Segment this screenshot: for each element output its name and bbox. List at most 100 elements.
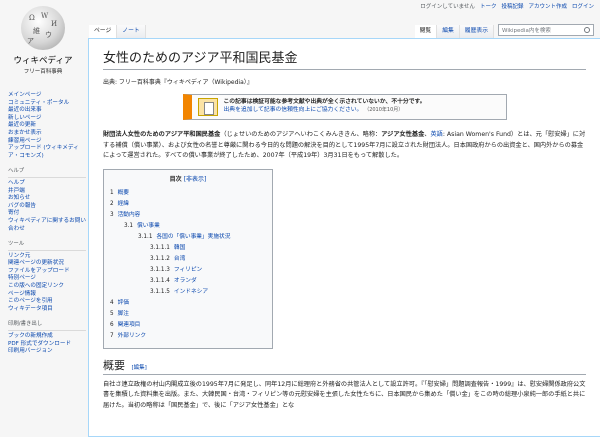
section-heading-overview: 概要 [編集] <box>103 357 586 375</box>
tab-edit[interactable]: 編集 <box>437 25 460 38</box>
toc-item-number: 3.1.1.5 <box>150 288 170 295</box>
toc-list: 1 概要 2 経緯 3 活動内容 3.1 償い事業 3.1.1 各国の「償い事業」実施状況 3.1.… <box>110 188 266 342</box>
talk-link[interactable]: トーク <box>480 2 497 10</box>
tab-read[interactable]: 閲覧 <box>414 25 438 38</box>
sidebar-item-help-3[interactable]: バグの報告 <box>8 203 86 211</box>
toc-title: 目次 [非表示] <box>110 174 266 185</box>
toc-item[interactable]: 4 評価 <box>110 298 266 309</box>
login-link[interactable]: ログイン <box>572 2 594 10</box>
toc-item[interactable]: 3.1.1.5 インドネシア <box>110 287 266 298</box>
sidebar-item-tools-4[interactable]: この版への固定リンク <box>8 283 86 291</box>
sidebar-item-tools-6[interactable]: このページを引用 <box>8 298 86 306</box>
english-link[interactable]: 英語 <box>430 131 442 138</box>
toc-item-label[interactable]: オランダ <box>174 276 197 287</box>
sidebar-item-print-2[interactable]: 印刷用バージョン <box>8 348 86 356</box>
toc-item[interactable]: 3.1.1.1 韓国 <box>110 243 266 254</box>
toc-item-number: 3.1 <box>124 222 134 229</box>
toc-item-number: 1 <box>110 189 114 196</box>
section-body: 自社さ連立政権の村山内閣成立後の1995年7月に発足し、同年12月に総理府と外務… <box>103 380 586 409</box>
sidebar-item-help-5[interactable]: ウィキペディアに関するお問い合わせ <box>8 218 86 233</box>
sidebar-item-main-2[interactable]: 最近の出来事 <box>8 107 86 115</box>
edit-section-link[interactable]: [編集] <box>132 365 147 371</box>
page-title: 女性のためのアジア平和国民基金 <box>103 47 586 70</box>
toc-item-number: 3.1.1.1 <box>150 244 170 251</box>
view-tabs: 閲覧 編集 履歴表示 <box>414 25 494 38</box>
sidebar-item-print-0[interactable]: ブックの新規作成 <box>8 333 86 341</box>
toc-item-label[interactable]: 評価 <box>118 298 129 309</box>
sidebar-item-main-5[interactable]: おまかせ表示 <box>8 130 86 138</box>
lead-bold-abbr: アジア女性基金 <box>381 131 425 138</box>
sidebar-tools-section: ツール リンク元 関連ページの更新状況 ファイルをアップロード 特別ページ この版への固… <box>8 241 86 313</box>
tab-talk[interactable]: ノート <box>117 25 146 38</box>
toc-item-number: 2 <box>110 200 114 207</box>
anon-status: ログインしていません <box>420 4 475 10</box>
toc-item[interactable]: 5 脚注 <box>110 309 266 320</box>
toc-item-label[interactable]: 韓国 <box>174 243 185 254</box>
toc-item[interactable]: 3.1.1.2 台湾 <box>110 254 266 265</box>
sidebar-item-main-0[interactable]: メインページ <box>8 92 86 100</box>
lead-bold-name: 財団法人女性のためのアジア平和国民基金 <box>103 131 221 138</box>
logo-tagline: フリー百科事典 <box>23 69 63 75</box>
toc-item[interactable]: 3.1.1.3 フィリピン <box>110 265 266 276</box>
toc-item[interactable]: 6 関連項目 <box>110 320 266 331</box>
contribs-link[interactable]: 投稿記録 <box>501 2 523 10</box>
toc-item-label[interactable]: 経緯 <box>118 199 129 210</box>
sidebar-item-help-0[interactable]: ヘルプ <box>8 180 86 188</box>
toc-item[interactable]: 7 外部リンク <box>110 331 266 342</box>
sidebar-tools-heading: ツール <box>8 241 86 251</box>
toc-item-label[interactable]: 外部リンク <box>118 331 146 342</box>
toc-item[interactable]: 3.1.1.4 オランダ <box>110 276 266 287</box>
sidebar-help-section: ヘルプ ヘルプ 井戸端 お知らせ バグの報告 寄付 ウィキペディアに関するお問い合わせ <box>8 168 86 233</box>
sidebar-item-tools-1[interactable]: 関連ページの更新状況 <box>8 260 86 268</box>
create-account-link[interactable]: アカウント作成 <box>528 2 567 10</box>
toc-item[interactable]: 1 概要 <box>110 188 266 199</box>
toc-item-number: 3.1.1.2 <box>150 255 170 262</box>
toc-item[interactable]: 3.1.1 各国の「償い事業」実施状況 <box>110 232 266 243</box>
sidebar-item-main-7[interactable]: アップロード (ウィキメディア・コモンズ) <box>8 145 86 160</box>
section-title: 概要 <box>103 358 125 372</box>
toc-item-number: 4 <box>110 299 114 306</box>
toc-item-number: 5 <box>110 310 114 317</box>
article-content: 女性のためのアジア平和国民基金 出典: フリー百科事典『ウィキペディア（Wiki… <box>88 38 600 437</box>
sidebar: メインページ コミュニティ・ポータル 最近の出来事 新しいページ 最近の更新 おまかせ表示… <box>8 92 86 364</box>
logo-wordmark: ウィキペディア <box>13 56 73 66</box>
toc-item[interactable]: 3.1 償い事業 <box>110 221 266 232</box>
toc-item-number: 6 <box>110 321 114 328</box>
toc-item-number: 3.1.1.4 <box>150 277 170 284</box>
toc-item-label[interactable]: 概要 <box>118 188 129 199</box>
search-input[interactable]: Wikipedia内を検索 <box>498 24 594 36</box>
sidebar-print-section: 印刷/書き出し ブックの新規作成 PDF 形式でダウンロード 印刷用バージョン <box>8 321 86 355</box>
search-icon[interactable] <box>584 27 590 33</box>
toc-item-label[interactable]: 各国の「償い事業」実施状況 <box>156 232 230 243</box>
toc-item[interactable]: 2 経緯 <box>110 199 266 210</box>
toc-toggle[interactable]: [非表示] <box>184 176 207 183</box>
sidebar-help-heading: ヘルプ <box>8 168 86 178</box>
book-warning-icon <box>197 98 218 116</box>
toc-title-text: 目次 <box>169 175 182 183</box>
sidebar-item-tools-7[interactable]: ウィキデータ項目 <box>8 306 86 314</box>
sidebar-item-tools-3[interactable]: 特別ページ <box>8 275 86 283</box>
tab-history[interactable]: 履歴表示 <box>459 25 494 38</box>
namespace-tabs: ページ ノート <box>89 25 146 38</box>
toc-item-label[interactable]: 台湾 <box>174 254 185 265</box>
toc-item-number: 3 <box>110 211 114 218</box>
table-of-contents: 目次 [非表示] 1 概要 2 経緯 3 活動内容 3.1 償い事業 3.1.1 各国の「償い事業… <box>103 168 273 349</box>
notice-line2[interactable]: 出典を追加して記事の信頼性向上にご協力ください。 <box>224 107 363 113</box>
sidebar-item-help-2[interactable]: お知らせ <box>8 195 86 203</box>
toc-item-label[interactable]: 脚注 <box>118 309 129 320</box>
toc-item-label[interactable]: インドネシア <box>174 287 208 298</box>
tab-page[interactable]: ページ <box>89 25 118 38</box>
globe-icon: Ω W И 維 ウ ア <box>21 6 65 50</box>
toc-item-label[interactable]: 関連項目 <box>118 320 141 331</box>
notice-date: （2010年10月） <box>364 107 404 113</box>
notice-line1: この記事は検証可能な参考文献や出典が全く示されていないか、不十分です。 <box>223 99 426 105</box>
sidebar-item-help-4[interactable]: 寄付 <box>8 210 86 218</box>
sidebar-item-main-4[interactable]: 最近の更新 <box>8 122 86 130</box>
toc-item-label[interactable]: フィリピン <box>174 265 202 276</box>
toc-item-label[interactable]: 償い事業 <box>137 221 160 232</box>
toc-item[interactable]: 3 活動内容 <box>110 210 266 221</box>
sidebar-item-help-1[interactable]: 井戸端 <box>8 188 86 196</box>
toc-item-label[interactable]: 活動内容 <box>118 210 141 221</box>
wikipedia-logo[interactable]: Ω W И 維 ウ ア ウィキペディア フリー百科事典 <box>8 6 78 86</box>
lead-text-1: （じょせいのためのアジアへいわこくみんききん、略称： <box>220 131 382 138</box>
